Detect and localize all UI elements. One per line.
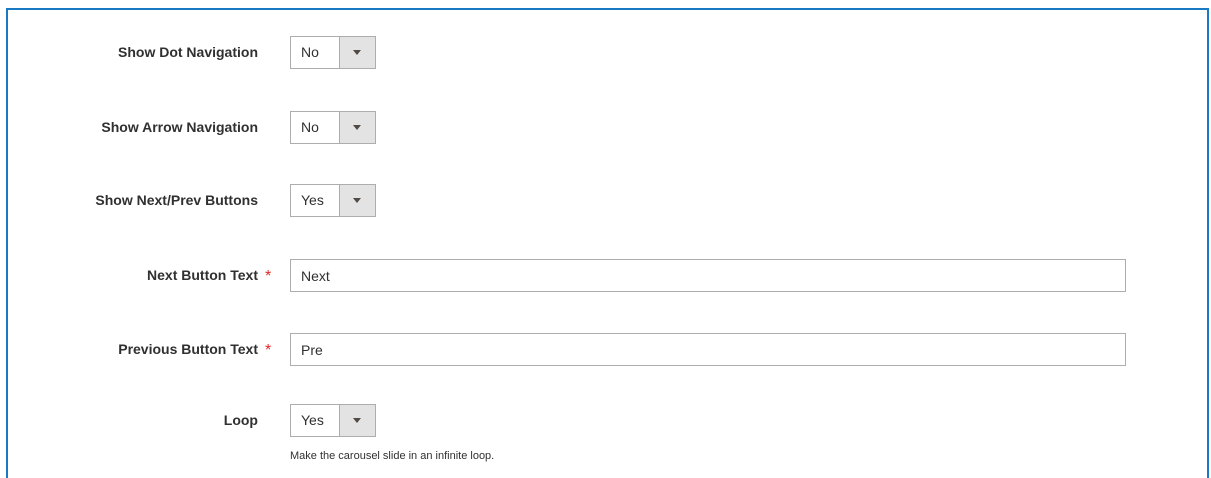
select-arrow[interactable] bbox=[339, 112, 375, 143]
field-row-next-button-text: Next Button Text * bbox=[8, 259, 1211, 292]
next-button-text-input[interactable] bbox=[290, 259, 1126, 292]
field-label: Show Next/Prev Buttons bbox=[95, 192, 258, 208]
field-row-arrow-navigation: Show Arrow Navigation No bbox=[8, 111, 1211, 144]
chevron-down-icon bbox=[353, 50, 361, 55]
required-asterisk: * bbox=[265, 342, 272, 359]
field-row-loop: Loop Yes bbox=[8, 404, 1211, 437]
field-label: Loop bbox=[223, 412, 258, 428]
field-label: Show Arrow Navigation bbox=[101, 119, 258, 135]
field-label: Next Button Text bbox=[147, 267, 258, 283]
required-asterisk: * bbox=[265, 268, 272, 285]
field-row-dot-navigation: Show Dot Navigation No bbox=[8, 36, 1211, 69]
select-value: Yes bbox=[301, 192, 324, 208]
next-prev-buttons-select[interactable]: Yes bbox=[290, 184, 376, 217]
select-value: Yes bbox=[301, 412, 324, 428]
select-value: No bbox=[301, 44, 319, 60]
chevron-down-icon bbox=[353, 198, 361, 203]
field-label: Previous Button Text bbox=[118, 341, 258, 357]
field-row-previous-button-text: Previous Button Text * bbox=[8, 333, 1211, 366]
select-value: No bbox=[301, 119, 319, 135]
config-panel: Show Dot Navigation No Show Arrow Naviga… bbox=[6, 8, 1209, 478]
loop-field-note: Make the carousel slide in an infinite l… bbox=[290, 450, 495, 462]
chevron-down-icon bbox=[353, 418, 361, 423]
arrow-navigation-select[interactable]: No bbox=[290, 111, 376, 144]
select-arrow[interactable] bbox=[339, 185, 375, 216]
select-arrow[interactable] bbox=[339, 405, 375, 436]
dot-navigation-select[interactable]: No bbox=[290, 36, 376, 69]
chevron-down-icon bbox=[353, 125, 361, 130]
select-arrow[interactable] bbox=[339, 37, 375, 68]
field-label: Show Dot Navigation bbox=[118, 44, 258, 60]
field-row-next-prev-buttons: Show Next/Prev Buttons Yes bbox=[8, 184, 1211, 217]
previous-button-text-input[interactable] bbox=[290, 333, 1126, 366]
loop-select[interactable]: Yes bbox=[290, 404, 376, 437]
